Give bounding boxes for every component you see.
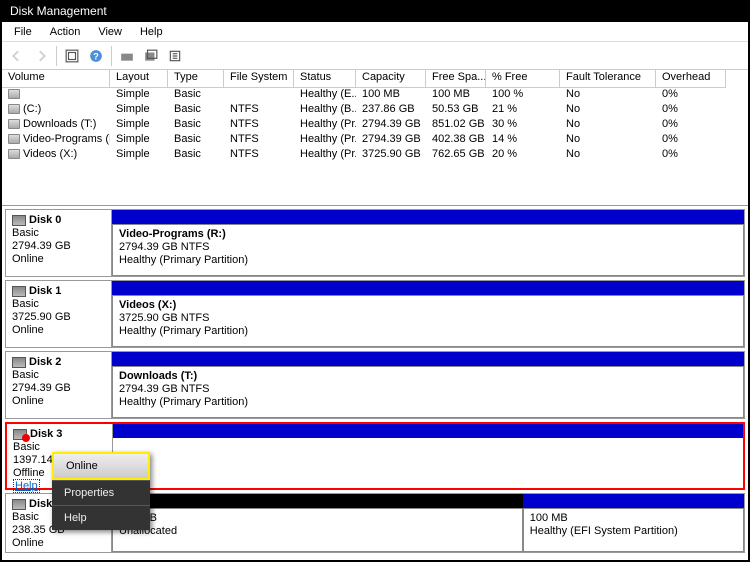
partition[interactable]: Videos (X:) 3725.90 GB NTFS Healthy (Pri… bbox=[112, 295, 744, 347]
volume-row[interactable]: Video-Programs (R:)SimpleBasicNTFSHealth… bbox=[2, 133, 748, 148]
partition-header-unalloc bbox=[112, 494, 523, 508]
volume-icon bbox=[8, 149, 20, 159]
window-titlebar: Disk Management bbox=[2, 2, 748, 22]
disk-block-0[interactable]: Disk 0 Basic 2794.39 GB Online Video-Pro… bbox=[5, 209, 745, 277]
disk-partitions: Video-Programs (R:) 2794.39 GB NTFS Heal… bbox=[112, 210, 744, 276]
help-button[interactable]: ? bbox=[85, 45, 107, 67]
menu-view[interactable]: View bbox=[90, 24, 130, 40]
partition-header-bar bbox=[112, 281, 744, 295]
back-button bbox=[6, 45, 28, 67]
disk-block-1[interactable]: Disk 1 Basic 3725.90 GB Online Videos (X… bbox=[5, 280, 745, 348]
disk-info: Disk 2 Basic 2794.39 GB Online bbox=[6, 352, 112, 418]
col-free[interactable]: Free Spa... bbox=[426, 70, 486, 88]
partition-header-bar bbox=[523, 494, 744, 508]
separator bbox=[111, 46, 112, 66]
col-capacity[interactable]: Capacity bbox=[356, 70, 426, 88]
col-pfree[interactable]: % Free bbox=[486, 70, 560, 88]
ctx-properties[interactable]: Properties bbox=[52, 480, 150, 505]
volume-row[interactable]: (C:)SimpleBasicNTFSHealthy (B...237.86 G… bbox=[2, 103, 748, 118]
ctx-online[interactable]: Online bbox=[52, 452, 150, 480]
partition[interactable]: Downloads (T:) 2794.39 GB NTFS Healthy (… bbox=[112, 366, 744, 418]
col-fault[interactable]: Fault Tolerance bbox=[560, 70, 656, 88]
col-type[interactable]: Type bbox=[168, 70, 224, 88]
menu-action[interactable]: Action bbox=[42, 24, 89, 40]
col-status[interactable]: Status bbox=[294, 70, 356, 88]
disk-partitions: Downloads (T:) 2794.39 GB NTFS Healthy (… bbox=[112, 352, 744, 418]
col-volume[interactable]: Volume bbox=[2, 70, 110, 88]
col-overhead[interactable]: Overhead bbox=[656, 70, 726, 88]
action-button-3[interactable] bbox=[164, 45, 186, 67]
disk-partitions: 401 MB Unallocated 100 MB Healthy (EFI S… bbox=[112, 494, 744, 552]
window-title: Disk Management bbox=[10, 4, 107, 18]
disk-icon bbox=[12, 215, 26, 226]
partition[interactable]: Video-Programs (R:) 2794.39 GB NTFS Heal… bbox=[112, 224, 744, 276]
partition-header-bar bbox=[113, 424, 743, 438]
context-menu: Online Properties Help bbox=[52, 452, 150, 530]
refresh-button[interactable] bbox=[61, 45, 83, 67]
disk-partitions bbox=[113, 424, 743, 488]
action-button-2[interactable] bbox=[140, 45, 162, 67]
menu-file[interactable]: File bbox=[6, 24, 40, 40]
disk-warning-icon bbox=[13, 429, 27, 440]
toolbar: ? bbox=[2, 42, 748, 70]
partition-header-bar bbox=[112, 210, 744, 224]
disk-partitions: Videos (X:) 3725.90 GB NTFS Healthy (Pri… bbox=[112, 281, 744, 347]
volume-header-row: Volume Layout Type File System Status Ca… bbox=[2, 70, 748, 88]
partition-efi[interactable]: 100 MB Healthy (EFI System Partition) bbox=[523, 508, 744, 552]
ctx-help[interactable]: Help bbox=[52, 505, 150, 530]
partition-header-bar bbox=[112, 352, 744, 366]
disk-icon bbox=[12, 286, 26, 297]
action-button-1[interactable] bbox=[116, 45, 138, 67]
volume-icon bbox=[8, 119, 20, 129]
col-fs[interactable]: File System bbox=[224, 70, 294, 88]
volume-row[interactable]: Videos (X:)SimpleBasicNTFSHealthy (Pr...… bbox=[2, 148, 748, 163]
partition-empty[interactable] bbox=[113, 438, 743, 488]
help-link[interactable]: Help bbox=[13, 479, 40, 493]
partition-unallocated[interactable]: 401 MB Unallocated bbox=[112, 508, 523, 552]
separator bbox=[56, 46, 57, 66]
svg-text:?: ? bbox=[93, 51, 99, 61]
volume-list: Volume Layout Type File System Status Ca… bbox=[2, 70, 748, 206]
menubar: File Action View Help bbox=[2, 22, 748, 42]
col-layout[interactable]: Layout bbox=[110, 70, 168, 88]
disk-info: Disk 0 Basic 2794.39 GB Online bbox=[6, 210, 112, 276]
disk-block-2[interactable]: Disk 2 Basic 2794.39 GB Online Downloads… bbox=[5, 351, 745, 419]
disk-icon bbox=[12, 499, 26, 510]
menu-help[interactable]: Help bbox=[132, 24, 171, 40]
volume-icon bbox=[8, 104, 20, 114]
forward-button bbox=[30, 45, 52, 67]
volume-row[interactable]: Downloads (T:)SimpleBasicNTFSHealthy (Pr… bbox=[2, 118, 748, 133]
volume-row[interactable]: SimpleBasicHealthy (E...100 MB100 MB100 … bbox=[2, 88, 748, 103]
volume-icon bbox=[8, 134, 20, 144]
disk-info: Disk 1 Basic 3725.90 GB Online bbox=[6, 281, 112, 347]
volume-icon bbox=[8, 89, 20, 99]
disk-icon bbox=[12, 357, 26, 368]
